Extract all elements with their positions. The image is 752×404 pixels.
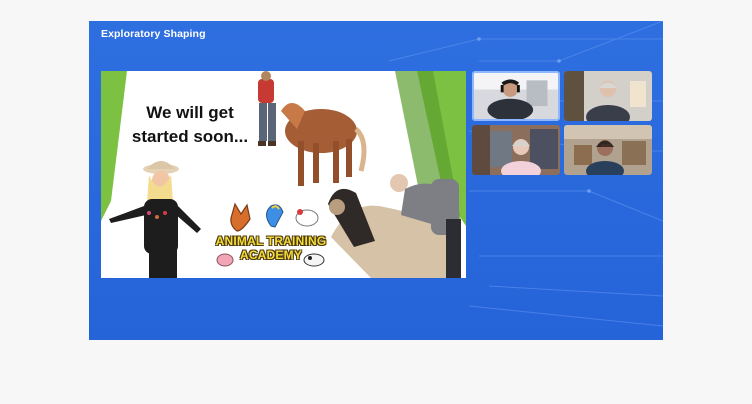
meeting-stage: Exploratory Shaping We will get started … xyxy=(89,21,663,340)
participant-video-1[interactable] xyxy=(472,71,560,121)
cowgirl-image xyxy=(109,161,201,278)
pony-image xyxy=(281,103,367,186)
animal-training-academy-logo: ANIMAL TRAINING ACADEMY xyxy=(209,196,331,270)
logo-text: ANIMAL TRAINING ACADEMY xyxy=(215,234,327,262)
participant-video-3[interactable] xyxy=(472,125,560,175)
shared-screen-slide: We will get started soon... ANIMAL TRAIN… xyxy=(101,71,466,278)
participant-video-4[interactable] xyxy=(564,125,652,175)
woman-with-pony-image xyxy=(328,174,461,278)
slide-headline: We will get started soon... xyxy=(131,103,249,146)
meeting-title: Exploratory Shaping xyxy=(101,28,206,40)
participant-video-2[interactable] xyxy=(564,71,652,121)
